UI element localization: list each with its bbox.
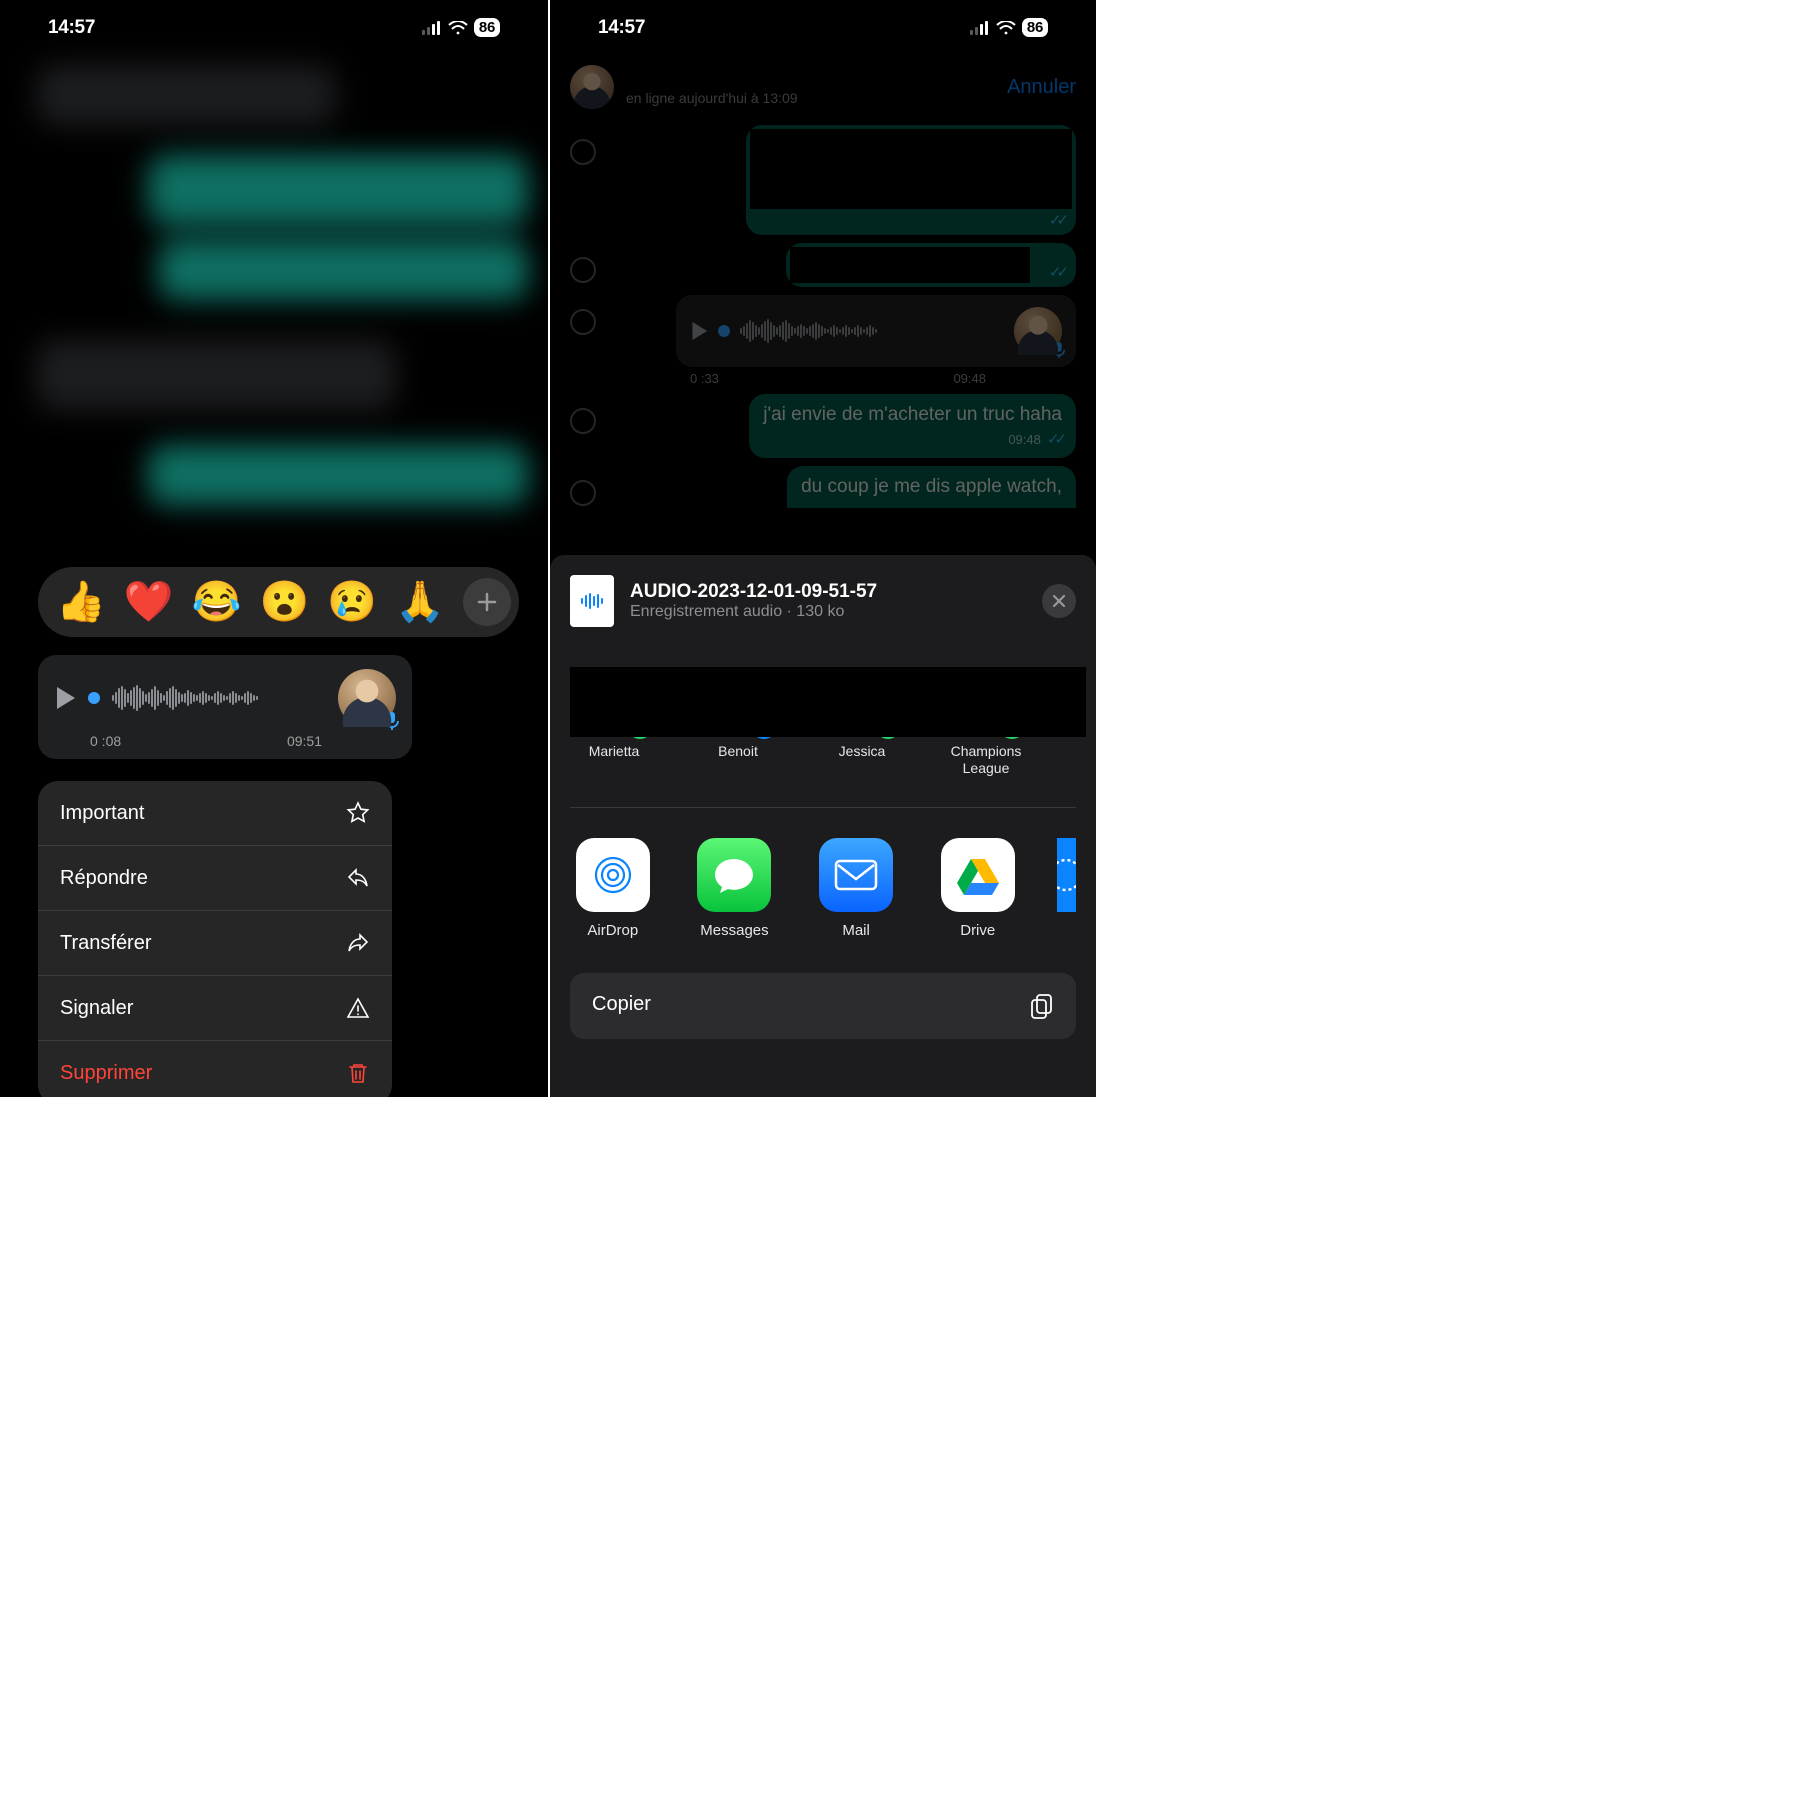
app-label: Mail bbox=[842, 922, 870, 939]
share-apps-row: AirDrop Messages Mail Drive bbox=[570, 838, 1076, 939]
share-app-airdrop[interactable]: AirDrop bbox=[570, 838, 656, 939]
wifi-icon bbox=[996, 21, 1016, 35]
reaction-pray[interactable]: 🙏 bbox=[395, 582, 445, 622]
warning-icon bbox=[346, 996, 370, 1020]
contacts-redacted bbox=[570, 667, 1086, 737]
reaction-wow[interactable]: 😮 bbox=[259, 582, 309, 622]
select-checkbox[interactable] bbox=[570, 408, 596, 434]
progress-dot[interactable] bbox=[718, 325, 730, 337]
message-time: 09:48 bbox=[1008, 432, 1041, 447]
wifi-icon bbox=[448, 21, 468, 35]
message-bubble[interactable]: j'ai envie de m'acheter un truc haha 09:… bbox=[749, 394, 1076, 458]
menu-reply[interactable]: Répondre bbox=[38, 846, 392, 911]
copy-icon bbox=[1030, 993, 1054, 1019]
microphone-icon bbox=[384, 711, 400, 731]
sender-avatar[interactable] bbox=[1014, 307, 1062, 355]
action-copy[interactable]: Copier bbox=[570, 973, 1076, 1039]
share-contacts-row: Marietta Benoit Jessica Champions League bbox=[570, 667, 1076, 808]
share-app-messages[interactable]: Messages bbox=[692, 838, 778, 939]
share-app-partial[interactable] bbox=[1057, 838, 1076, 939]
reply-icon bbox=[346, 866, 370, 890]
menu-forward[interactable]: Transférer bbox=[38, 911, 392, 976]
clock: 14:57 bbox=[598, 17, 645, 39]
share-app-drive[interactable]: Drive bbox=[935, 838, 1021, 939]
voice-position: 0 :08 bbox=[90, 733, 121, 749]
contact-label: Benoit bbox=[718, 743, 758, 760]
menu-label: Répondre bbox=[60, 867, 148, 890]
contact-label: Jessica bbox=[839, 743, 886, 760]
waveform[interactable] bbox=[740, 319, 1004, 343]
sender-avatar[interactable] bbox=[338, 669, 396, 727]
signal-icon bbox=[422, 21, 442, 35]
battery-level: 86 bbox=[1022, 18, 1048, 37]
progress-dot[interactable] bbox=[88, 692, 100, 704]
chat-header: en ligne aujourd'hui à 13:09 Annuler bbox=[550, 55, 1096, 119]
message-context-menu: Important Répondre Transférer Signaler S… bbox=[38, 781, 392, 1097]
menu-label: Signaler bbox=[60, 997, 133, 1020]
voice-message-bubble bbox=[676, 295, 1076, 367]
menu-report[interactable]: Signaler bbox=[38, 976, 392, 1041]
share-file-subtitle: Enregistrement audio · 130 ko bbox=[630, 603, 877, 621]
close-button[interactable] bbox=[1042, 584, 1076, 618]
menu-label: Important bbox=[60, 802, 144, 825]
status-bar: 14:57 86 bbox=[550, 0, 1096, 55]
message-text: du coup je me dis apple watch, bbox=[801, 476, 1062, 497]
clock: 14:57 bbox=[48, 17, 95, 39]
read-ticks-icon: ✓✓ bbox=[1047, 430, 1062, 448]
status-bar: 14:57 86 bbox=[0, 0, 548, 55]
menu-label: Transférer bbox=[60, 932, 152, 955]
select-checkbox[interactable] bbox=[570, 480, 596, 506]
voice-timestamp: 09:48 bbox=[953, 371, 986, 386]
select-checkbox[interactable] bbox=[570, 257, 596, 283]
microphone-icon bbox=[1052, 341, 1066, 359]
action-label: Copier bbox=[592, 993, 651, 1019]
app-label: Messages bbox=[700, 922, 768, 939]
app-label: AirDrop bbox=[587, 922, 638, 939]
share-sheet: AUDIO-2023-12-01-09-51-57 Enregistrement… bbox=[550, 555, 1096, 1097]
chat-avatar[interactable] bbox=[570, 65, 614, 109]
forward-icon bbox=[346, 931, 370, 955]
select-checkbox[interactable] bbox=[570, 139, 596, 165]
share-app-mail[interactable]: Mail bbox=[813, 838, 899, 939]
cancel-button[interactable]: Annuler bbox=[1007, 76, 1076, 99]
reaction-thumbs-up[interactable]: 👍 bbox=[56, 582, 106, 622]
play-icon[interactable] bbox=[690, 320, 708, 342]
app-label: Drive bbox=[960, 922, 995, 939]
phone-right: 14:57 86 en ligne aujourd'hui à 13:09 An… bbox=[548, 0, 1096, 1097]
play-icon[interactable] bbox=[54, 685, 76, 711]
reaction-bar: 👍 ❤️ 😂 😮 😢 🙏 bbox=[38, 567, 519, 637]
message-bubble[interactable]: du coup je me dis apple watch, bbox=[787, 466, 1076, 508]
trash-icon bbox=[346, 1061, 370, 1085]
read-ticks-icon: ✓✓ bbox=[1049, 263, 1064, 281]
share-file-row: AUDIO-2023-12-01-09-51-57 Enregistrement… bbox=[570, 575, 1076, 627]
menu-important[interactable]: Important bbox=[38, 781, 392, 846]
signal-icon bbox=[970, 21, 990, 35]
voice-message-bubble: 0 :08 09:51 bbox=[38, 655, 412, 759]
chat-body: ✓✓ ✓✓ bbox=[550, 125, 1096, 605]
battery-level: 86 bbox=[474, 18, 500, 37]
message-text: j'ai envie de m'acheter un truc haha bbox=[763, 404, 1062, 425]
star-icon bbox=[346, 801, 370, 825]
menu-delete[interactable]: Supprimer bbox=[38, 1041, 392, 1097]
reaction-heart[interactable]: ❤️ bbox=[124, 582, 174, 622]
audio-file-icon bbox=[570, 575, 614, 627]
contact-name-redacted bbox=[626, 68, 766, 90]
online-status: en ligne aujourd'hui à 13:09 bbox=[626, 90, 798, 106]
reaction-more-button[interactable] bbox=[463, 578, 511, 626]
read-ticks-icon: ✓✓ bbox=[1049, 211, 1064, 229]
contact-label: Marietta bbox=[589, 743, 640, 760]
menu-label: Supprimer bbox=[60, 1062, 152, 1085]
voice-position: 0 :33 bbox=[690, 371, 719, 386]
select-checkbox[interactable] bbox=[570, 309, 596, 335]
phone-left: 14:57 86 👍 ❤️ 😂 😮 😢 🙏 bbox=[0, 0, 548, 1097]
reaction-laugh[interactable]: 😂 bbox=[192, 582, 242, 622]
contact-label: Champions League bbox=[942, 743, 1030, 777]
reaction-cry[interactable]: 😢 bbox=[327, 582, 377, 622]
voice-timestamp: 09:51 bbox=[287, 733, 322, 749]
share-file-name: AUDIO-2023-12-01-09-51-57 bbox=[630, 581, 877, 603]
waveform[interactable] bbox=[112, 685, 326, 711]
